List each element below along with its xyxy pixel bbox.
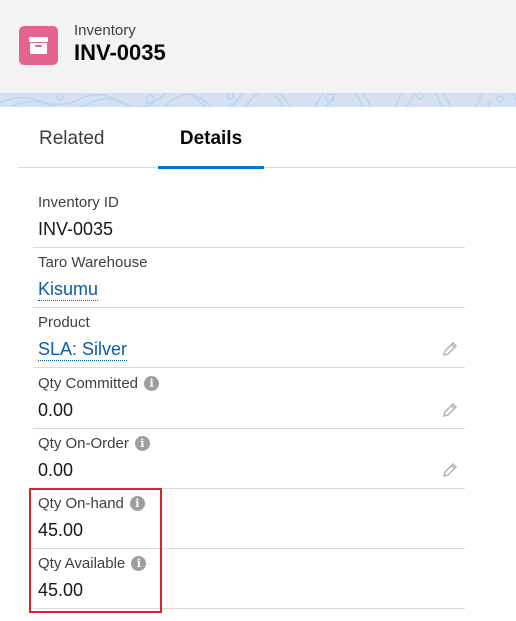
record-header: Inventory INV-0035 — [0, 0, 516, 93]
tab-related[interactable]: Related — [18, 107, 128, 168]
field-label: Qty Committed i — [38, 375, 160, 392]
field-value: 0.00 — [38, 400, 74, 420]
record-tabs: Related Details — [18, 107, 516, 169]
field-label: Qty On-Order i — [38, 435, 150, 452]
field-label: Taro Warehouse — [38, 254, 148, 271]
tab-details[interactable]: Details — [158, 107, 264, 169]
field-qty-committed: Qty Committed i 0.00 — [33, 369, 465, 429]
field-value: 0.00 — [38, 460, 74, 480]
product-link[interactable]: SLA: Silver — [38, 339, 128, 361]
pencil-edit-icon[interactable] — [441, 461, 459, 479]
field-qty-on-order: Qty On-Order i 0.00 — [33, 429, 465, 489]
pencil-edit-icon[interactable] — [441, 401, 459, 419]
info-icon[interactable]: i — [134, 436, 150, 451]
field-value: INV-0035 — [38, 219, 114, 239]
pencil-edit-icon[interactable] — [441, 340, 459, 358]
record-title: INV-0035 — [74, 40, 166, 65]
field-warehouse: Taro Warehouse Kisumu — [33, 248, 465, 308]
field-label: Product — [38, 314, 90, 331]
warehouse-link[interactable]: Kisumu — [38, 279, 99, 301]
field-label: Inventory ID — [38, 194, 119, 211]
field-inventory-id: Inventory ID INV-0035 — [33, 188, 465, 248]
object-label: Inventory — [74, 22, 136, 39]
decorative-banner — [0, 93, 516, 107]
inventory-box-icon — [19, 26, 58, 65]
info-icon[interactable]: i — [144, 376, 160, 391]
field-product: Product SLA: Silver — [33, 308, 465, 368]
highlight-box — [29, 488, 162, 613]
